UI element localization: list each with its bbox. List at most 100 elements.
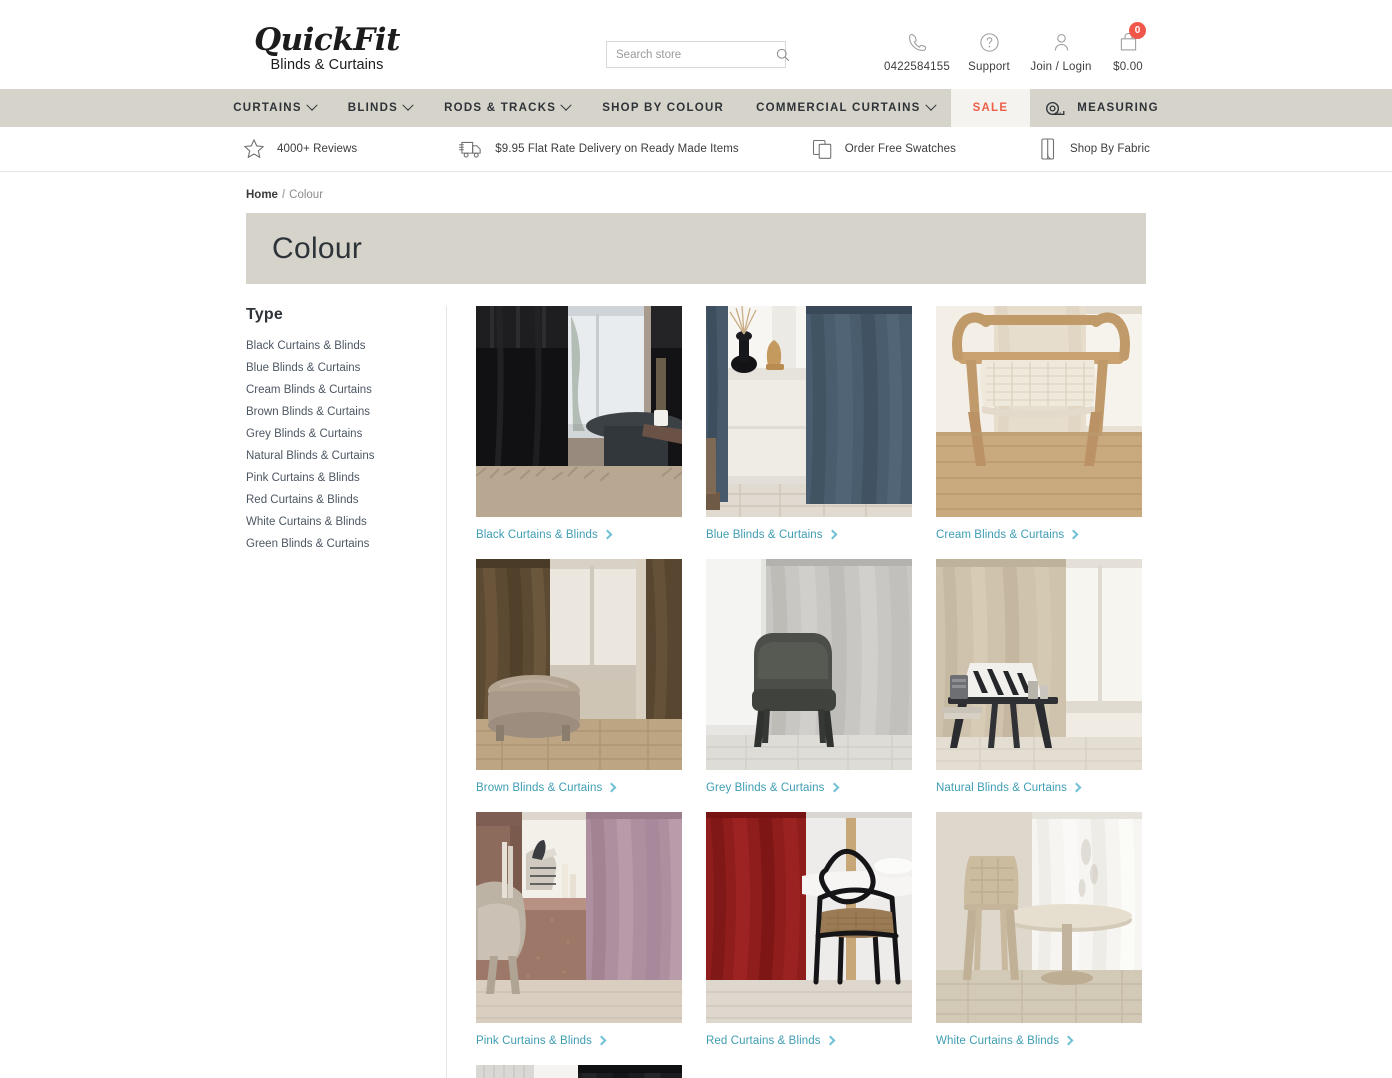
category-grid: Black Curtains & Blinds Blue Blinds & Cu… — [476, 306, 1146, 1078]
sidebar-item-black[interactable]: Black Curtains & Blinds — [246, 338, 366, 355]
category-label: Cream Blinds & Curtains — [936, 529, 1065, 541]
content-layout: Type Black Curtains & Blinds Blue Blinds… — [246, 306, 1146, 1078]
join-login-label: Join / Login — [1030, 61, 1092, 73]
chevron-down-icon — [560, 99, 572, 111]
search-input[interactable] — [607, 42, 776, 67]
category-label: Black Curtains & Blinds — [476, 529, 598, 541]
chevron-down-icon — [924, 99, 937, 111]
sidebar-item-red[interactable]: Red Curtains & Blinds — [246, 492, 359, 509]
breadcrumb: Home / Colour — [246, 189, 1392, 201]
truck-icon — [459, 141, 481, 158]
tape-measure-icon — [1046, 101, 1066, 116]
benefit-fabric[interactable]: Shop By Fabric — [1038, 137, 1150, 161]
nav-item-sale[interactable]: SALE — [950, 89, 1031, 127]
benefit-swatches[interactable]: Order Free Swatches — [811, 138, 956, 161]
sidebar-item-pink[interactable]: Pink Curtains & Blinds — [246, 470, 360, 487]
category-card-pink[interactable]: Pink Curtains & Blinds — [476, 812, 682, 1047]
sidebar-item-white[interactable]: White Curtains & Blinds — [246, 514, 367, 531]
nav-item-shop-by-colour[interactable]: SHOP BY COLOUR — [586, 89, 740, 127]
chevron-right-icon — [827, 529, 838, 540]
cart-link[interactable]: 0 $0.00 — [1097, 22, 1159, 74]
category-card-brown[interactable]: Brown Blinds & Curtains — [476, 559, 682, 794]
chevron-right-icon — [825, 1035, 836, 1046]
sidebar-item-green[interactable]: Green Blinds & Curtains — [246, 536, 369, 553]
category-card-white[interactable]: White Curtains & Blinds — [936, 812, 1142, 1047]
site-logo[interactable]: QuickFit Blinds & Curtains — [252, 24, 402, 76]
category-image-green — [476, 1065, 682, 1078]
category-label-wrap: Natural Blinds & Curtains — [936, 782, 1142, 794]
nav-label: COMMERCIAL CURTAINS — [756, 102, 921, 114]
nav-item-measuring[interactable]: MEASURING — [1030, 89, 1175, 127]
header-utilities: 0422584155 Support Join / Login 0 $0.00 — [881, 22, 1159, 74]
benefit-delivery[interactable]: $9.95 Flat Rate Delivery on Ready Made I… — [459, 138, 739, 160]
sidebar-item-brown[interactable]: Brown Blinds & Curtains — [246, 404, 370, 421]
category-image-white — [936, 812, 1142, 1023]
nav-item-blinds[interactable]: BLINDS — [332, 89, 428, 127]
sidebar-item-cream[interactable]: Cream Blinds & Curtains — [246, 382, 372, 399]
user-icon — [1050, 30, 1073, 54]
chevron-right-icon — [596, 1035, 607, 1046]
benefit-label: 4000+ Reviews — [277, 143, 358, 155]
category-label: White Curtains & Blinds — [936, 1035, 1060, 1047]
category-card-red[interactable]: Red Curtains & Blinds — [706, 812, 912, 1047]
category-label-wrap: Pink Curtains & Blinds — [476, 1035, 682, 1047]
category-image-red — [706, 812, 912, 1023]
nav-item-commercial-curtains[interactable]: COMMERCIAL CURTAINS — [740, 89, 951, 127]
sidebar-item-natural[interactable]: Natural Blinds & Curtains — [246, 448, 374, 465]
logo-tagline: Blinds & Curtains — [270, 57, 384, 73]
nav-item-rods-tracks[interactable]: RODS & TRACKS — [428, 89, 586, 127]
category-label: Grey Blinds & Curtains — [706, 782, 825, 794]
benefit-label: Shop By Fabric — [1069, 143, 1150, 155]
breadcrumb-home[interactable]: Home — [246, 189, 278, 201]
category-image-blue — [706, 306, 912, 517]
benefit-reviews[interactable]: 4000+ Reviews — [242, 137, 357, 161]
list-item: Cream Blinds & Curtains — [246, 380, 422, 399]
nav-label: CURTAINS — [233, 102, 302, 114]
chevron-down-icon — [306, 99, 318, 111]
sidebar-item-blue[interactable]: Blue Blinds & Curtains — [246, 360, 360, 377]
page-content: Home / Colour Colour Type Black Curtains &… — [0, 189, 1392, 1078]
category-card-grey[interactable]: Grey Blinds & Curtains — [706, 559, 912, 794]
search-icon — [776, 48, 790, 61]
category-card-natural[interactable]: Natural Blinds & Curtains — [936, 559, 1142, 794]
account-link[interactable]: Join / Login — [1025, 30, 1097, 74]
nav-label: BLINDS — [347, 102, 399, 114]
category-label-wrap: Red Curtains & Blinds — [706, 1035, 912, 1047]
category-label-wrap: Blue Blinds & Curtains — [706, 529, 912, 541]
list-item: Brown Blinds & Curtains — [246, 402, 422, 421]
list-item: Grey Blinds & Curtains — [246, 424, 422, 443]
category-label: Blue Blinds & Curtains — [706, 529, 823, 541]
category-card-cream[interactable]: Cream Blinds & Curtains — [936, 306, 1142, 541]
chevron-right-icon — [602, 529, 613, 540]
category-image-grey — [706, 559, 912, 770]
fabric-roll-icon — [1041, 138, 1055, 160]
breadcrumb-separator: / — [281, 189, 286, 201]
star-icon — [244, 139, 264, 158]
support-link[interactable]: Support — [953, 30, 1025, 74]
category-image-natural — [936, 559, 1142, 770]
swatches-icon — [812, 139, 832, 159]
breadcrumb-current: Colour — [289, 189, 324, 201]
category-card-green[interactable]: Green Blinds & Curtains — [476, 1065, 682, 1078]
chevron-right-icon — [1071, 782, 1082, 793]
chevron-right-icon — [1068, 529, 1079, 540]
category-image-black — [476, 306, 682, 517]
sidebar-item-grey[interactable]: Grey Blinds & Curtains — [246, 426, 362, 443]
list-item: Green Blinds & Curtains — [246, 534, 422, 553]
support-label: Support — [968, 61, 1010, 73]
main-navigation: CURTAINS BLINDS RODS & TRACKS SHOP BY CO… — [0, 89, 1392, 127]
search-button[interactable] — [776, 42, 790, 67]
benefits-bar: 4000+ Reviews $9.95 Flat Rate Delivery o… — [0, 127, 1392, 172]
search-bar[interactable] — [606, 41, 790, 68]
category-grid-wrapper: Black Curtains & Blinds Blue Blinds & Cu… — [446, 306, 1146, 1078]
page-title: Colour — [272, 231, 363, 265]
nav-item-curtains[interactable]: CURTAINS — [217, 89, 332, 127]
phone-link[interactable]: 0422584155 — [881, 30, 953, 74]
list-item: Blue Blinds & Curtains — [246, 358, 422, 377]
cart-total: $0.00 — [1113, 61, 1143, 73]
category-card-blue[interactable]: Blue Blinds & Curtains — [706, 306, 912, 541]
category-label: Brown Blinds & Curtains — [476, 782, 603, 794]
category-label-wrap: Cream Blinds & Curtains — [936, 529, 1142, 541]
category-card-black[interactable]: Black Curtains & Blinds — [476, 306, 682, 541]
list-item: Pink Curtains & Blinds — [246, 468, 422, 487]
